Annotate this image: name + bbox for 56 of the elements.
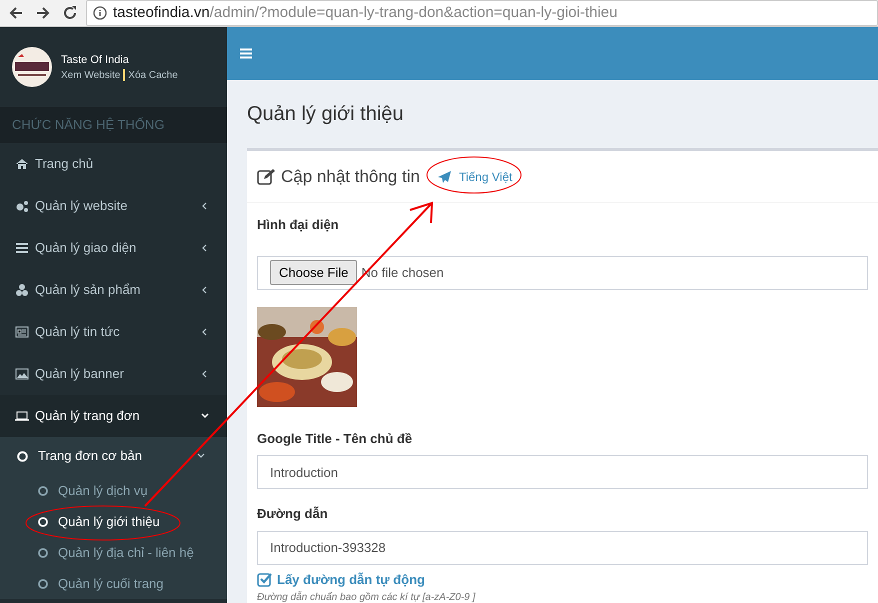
sidebar-item[interactable]: Quản lý banner [0,353,227,395]
circle-icon [38,548,48,558]
field-label: Đường dẫn [257,505,329,523]
hint-text: Đường dẫn chuẩn bao gồm các kí tự [a-zA-Z0-9 ] [257,592,476,603]
chevron-left-icon [201,328,209,336]
view-website-link[interactable]: Xem Website [61,68,120,82]
sidebar-item[interactable]: Quản lý trang đơn [0,395,227,437]
image-icon [15,367,29,381]
field-label: Hình đại diện [257,216,340,234]
circle-icon [38,516,48,526]
chevron-left-icon [201,202,209,210]
checkbox[interactable] [257,572,272,587]
logo [12,47,52,87]
submenu-item[interactable]: Quản lý cuối trang [0,568,227,599]
submenu-item[interactable]: Quản lý dịch vụ [0,475,227,506]
chevron-left-icon [201,286,209,294]
menu-icon[interactable] [240,48,252,59]
sidebar-item[interactable]: Trang chủ [0,143,227,185]
chevron-left-icon [201,244,209,252]
gears-icon [15,199,29,213]
reload-icon[interactable] [62,5,78,21]
title-field[interactable]: Introduction [257,455,868,489]
info-icon[interactable] [93,6,107,20]
bars-icon [15,241,29,255]
chevron-down-icon [201,412,209,420]
chevron-down-icon [197,452,205,460]
circle-icon [17,450,28,462]
sidebar-item[interactable]: Quản lý giao diện [0,227,227,269]
submenu-item[interactable]: Quản lý giới thiệu [0,506,227,537]
page-title: Quản lý giới thiệu [247,102,405,126]
field-label: Google Title - Tên chủ đề [257,430,414,448]
card-title: Cập nhật thông tin [281,166,420,188]
slug-field[interactable]: Introduction-393328 [257,530,868,564]
sidebar-item[interactable]: Quản lý tin tức [0,311,227,353]
section-header: CHỨC NĂNG HỆ THỐNG [12,116,164,134]
laptop-icon [15,409,29,423]
chevron-left-icon [201,370,209,378]
paper-plane-icon [438,170,451,182]
language-link[interactable]: Tiếng Việt [438,168,512,186]
newspaper-icon [15,325,29,339]
url-text: tasteofindia.vn/admin/?module=quan-ly-trang-don&action=quan-ly-gioi-thieu [113,2,618,23]
sidebar-item[interactable]: Quản lý website [0,185,227,227]
circle-icon [38,486,48,496]
back-icon[interactable] [8,5,24,21]
cubes-icon [15,283,29,297]
forward-icon[interactable] [35,5,51,21]
clear-cache-link[interactable]: Xóa Cache [128,68,178,82]
circle-icon [38,578,48,588]
submenu-item[interactable]: Quản lý địa chỉ - liên hệ [0,537,227,568]
sidebar-item[interactable]: Quản lý sản phẩm [0,269,227,311]
brand-name: Taste Of India [61,52,130,68]
address-bar[interactable]: tasteofindia.vn/admin/?module=quan-ly-trang-don&action=quan-ly-gioi-thieu [86,0,878,26]
home-icon [15,157,29,171]
edit-icon [257,168,275,185]
checkbox-label: Lấy đường dẫn tự động [277,570,425,589]
submenu-item[interactable]: Trang đơn cơ bản [0,437,227,475]
